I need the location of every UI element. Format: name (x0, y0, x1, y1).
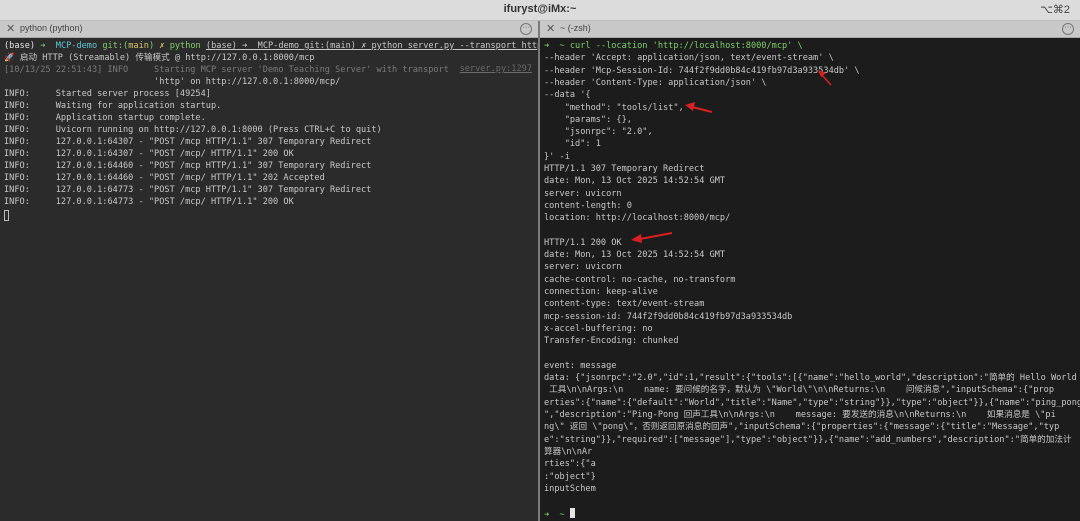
tab-label: python (python) (20, 23, 83, 33)
right-line-28: 工具\n\nArgs:\n name: 要问候的名字，默认为 \"World\"… (544, 385, 1055, 396)
left-line-6: INFO: Application startup complete. (4, 113, 206, 123)
left-line-3: 'http' on http://127.0.0.1:8000/mcp/ (4, 77, 341, 87)
right-line-22: mcp-session-id: 744f2f9dd0b84c419fb97d3a… (544, 311, 793, 322)
right-line-0: ➜ ~ curl --location 'http://localhost:80… (544, 41, 803, 51)
right-line-14: location: http://localhost:8000/mcp/ (544, 213, 731, 224)
right-line-23: x-accel-buffering: no (544, 323, 653, 334)
right-line-31: ng\" 返回 \"pong\"，否则返回原消息的回声","inputSchem… (544, 422, 1060, 433)
left-line-1: 🚀 启动 HTTP (Streamable) 传输模式 @ http://127… (4, 53, 315, 63)
right-line-11: date: Mon, 13 Oct 2025 14:52:54 GMT (544, 176, 726, 187)
close-icon[interactable]: ✕ (546, 22, 555, 35)
right-line-19: cache-control: no-cache, no-transform (544, 274, 736, 285)
terminal-cursor (4, 210, 9, 221)
left-line-10: INFO: 127.0.0.1:64460 - "POST /mcp HTTP/… (4, 161, 372, 171)
close-icon[interactable]: ✕ (6, 22, 15, 35)
right-line-26: event: message (544, 360, 617, 371)
right-line-30: ","description":"Ping-Pong 回声工具\n\nArgs:… (544, 410, 1056, 420)
right-line-18: server: uvicorn (544, 262, 622, 273)
terminal-line: (base) ➜ MCP-demo git:(main) ✗ python (b… (4, 40, 538, 52)
left-line-5: INFO: Waiting for application startup. (4, 101, 222, 111)
left-line-13: INFO: 127.0.0.1:64773 - "POST /mcp/ HTTP… (4, 197, 294, 207)
left-line-9: INFO: 127.0.0.1:64307 - "POST /mcp/ HTTP… (4, 149, 294, 159)
annotation-arrow-icon (818, 70, 832, 86)
right-line-36: inputSchem (544, 483, 596, 494)
right-line-2: --header 'Mcp-Session-Id: 744f2f9dd0b84c… (544, 65, 860, 76)
annotation-arrow-icon (685, 102, 713, 113)
right-line-24: Transfer-Encoding: chunked (544, 336, 679, 347)
right-line-4: --data '{ (544, 90, 591, 101)
right-line-20: connection: keep-alive (544, 287, 658, 297)
left-line-8: INFO: 127.0.0.1:64307 - "POST /mcp HTTP/… (4, 137, 372, 147)
tab-python[interactable]: ✕ python (python) ··· (0, 21, 538, 38)
right-line-5: "method": "tools/list", (544, 102, 684, 113)
left-line-0: (base) ➜ MCP-demo git:(main) ✗ python se… (205, 41, 538, 51)
terminal-cursor (569, 508, 575, 518)
right-line-32: e":"string"}},"required":["message"],"ty… (544, 434, 1072, 445)
right-line-13: content-length: 0 (544, 200, 632, 211)
right-line-6: "params": {}, (544, 114, 632, 125)
more-icon[interactable]: ··· (1062, 23, 1074, 35)
left-line-7: INFO: Uvicorn running on http://127.0.0.… (4, 125, 382, 135)
right-line-17: date: Mon, 13 Oct 2025 14:52:54 GMT (544, 250, 726, 261)
right-line-27: data: {"jsonrpc":"2.0","id":1,"result":{… (544, 373, 1077, 384)
terminal-pane-zsh[interactable]: ➜ ~ curl --location 'http://localhost:80… (540, 38, 1080, 521)
tab-zsh[interactable]: ✕ ~ (-zsh) ··· (540, 21, 1080, 38)
right-line-35: :"object"} (544, 471, 596, 482)
right-line-10: HTTP/1.1 307 Temporary Redirect (544, 164, 705, 174)
shell-prompt[interactable]: ➜ ~ (544, 508, 575, 521)
tab-label: ~ (-zsh) (560, 23, 591, 33)
right-line-1: --header 'Accept: application/json, text… (544, 53, 834, 64)
left-line-4: INFO: Started server process [49254] (4, 89, 211, 99)
window-shortcut: ⌥⌘2 (1040, 4, 1070, 16)
annotation-arrow-icon (631, 232, 673, 243)
right-line-34: rties":{"a (544, 459, 596, 470)
more-icon[interactable]: ··· (520, 23, 532, 35)
terminal-pane-server[interactable]: (base) ➜ MCP-demo git:(main) ✗ python (b… (0, 38, 538, 521)
right-line-8: "id": 1 (544, 139, 601, 150)
prompt-text: ➜ ~ (544, 510, 570, 520)
window-titlebar: ifuryst@iMx:~ ⌥⌘2 (0, 0, 1080, 21)
right-line-21: content-type: text/event-stream (544, 299, 705, 310)
left-line-2: [10/13/25 22:51:43] INFO Starting MCP se… (4, 65, 449, 75)
right-line-29: erties":{"name":{"default":"World","titl… (544, 397, 1080, 408)
right-line-33: 算器\n\nAr (544, 446, 593, 457)
right-line-16: HTTP/1.1 200 OK (544, 237, 622, 248)
left-line-12: INFO: 127.0.0.1:64773 - "POST /mcp HTTP/… (4, 185, 372, 195)
right-line-12: server: uvicorn (544, 188, 622, 199)
right-line-7: "jsonrpc": "2.0", (544, 127, 653, 138)
window-title: ifuryst@iMx:~ (503, 3, 577, 15)
right-line-3: --header 'Content-Type: application/json… (544, 77, 767, 88)
log-source-link[interactable]: server.py:1297 (460, 64, 532, 74)
left-line-11: INFO: 127.0.0.1:64460 - "POST /mcp/ HTTP… (4, 173, 325, 183)
right-line-9: }' -i (544, 151, 570, 162)
